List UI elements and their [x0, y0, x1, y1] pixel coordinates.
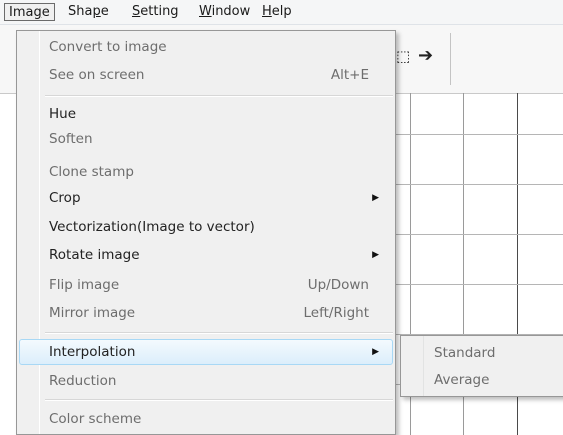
menu-window[interactable]: Window	[194, 3, 255, 21]
menu-separator	[45, 332, 393, 334]
menu-setting-label: Setting	[132, 4, 179, 19]
triangle-right-icon: ▶	[372, 193, 379, 203]
menu-item-label: Flip image	[49, 277, 120, 293]
menu-item-label: Color scheme	[49, 411, 142, 427]
menu-item-color-scheme[interactable]: Color scheme	[49, 408, 385, 430]
menu-gutter	[17, 31, 40, 434]
menu-item-soften[interactable]: Soften	[49, 128, 385, 150]
menu-item-reduction[interactable]: Reduction	[49, 370, 385, 392]
menu-item-label: See on screen	[49, 67, 145, 83]
interpolation-submenu: Standard Average	[400, 335, 563, 397]
menu-item-interpolation[interactable]: Interpolation ▶	[49, 341, 385, 363]
menu-item-convert-to-image[interactable]: Convert to image	[49, 36, 385, 58]
menu-image[interactable]: Image	[4, 3, 55, 21]
menu-window-label: Window	[199, 4, 251, 19]
menu-item-label: Mirror image	[49, 305, 136, 321]
menu-bar: Image Shape Setting Window Help	[0, 0, 563, 25]
menu-shape[interactable]: Shape	[63, 3, 114, 21]
triangle-right-icon: ▶	[372, 250, 379, 260]
shortcut-label: Alt+E	[330, 67, 369, 83]
menu-help-label: Help	[262, 4, 292, 19]
grid-line	[394, 234, 563, 235]
menu-item-label: Convert to image	[49, 39, 167, 55]
submenu-item-average[interactable]: Average	[434, 369, 489, 391]
menu-item-label: Rotate image	[49, 247, 140, 263]
select-tool-icon[interactable]: ⬚	[396, 47, 410, 65]
submenu-item-standard[interactable]: Standard	[434, 342, 495, 364]
image-menu: Convert to image See on screen Alt+E Hue…	[16, 30, 396, 435]
menu-item-label: Clone stamp	[49, 164, 134, 180]
menu-item-label: Interpolation	[49, 344, 136, 360]
menu-item-label: Average	[434, 372, 490, 388]
menu-help[interactable]: Help	[257, 3, 297, 21]
arrow-right-icon[interactable]: ➔	[418, 45, 433, 66]
menu-item-crop[interactable]: Crop ▶	[49, 187, 385, 209]
menu-gutter	[401, 336, 424, 396]
menu-image-label: Image	[9, 5, 50, 20]
menu-item-see-on-screen[interactable]: See on screen Alt+E	[49, 64, 385, 86]
menu-separator	[45, 399, 393, 401]
menu-separator	[45, 95, 393, 97]
grid-line	[394, 184, 563, 185]
menu-item-hue[interactable]: Hue	[49, 103, 385, 125]
menu-item-label: Crop	[49, 190, 81, 206]
triangle-right-icon: ▶	[372, 347, 379, 357]
toolbar-separator	[450, 33, 451, 85]
menu-item-vectorization[interactable]: Vectorization(Image to vector)	[49, 216, 385, 238]
menu-item-rotate-image[interactable]: Rotate image ▶	[49, 244, 385, 266]
shortcut-label: Left/Right	[303, 305, 370, 321]
menu-item-label: Hue	[49, 106, 77, 122]
menu-shape-label: Shape	[68, 4, 109, 19]
menu-item-clone-stamp[interactable]: Clone stamp	[49, 161, 385, 183]
menu-item-label: Soften	[49, 131, 93, 147]
grid-line	[394, 134, 563, 135]
menu-gutter-line	[39, 31, 40, 434]
menu-item-label: Standard	[434, 345, 496, 361]
menu-setting[interactable]: Setting	[127, 3, 184, 21]
grid-line	[394, 284, 563, 285]
menu-item-mirror-image[interactable]: Mirror image Left/Right	[49, 302, 385, 324]
menu-item-label: Reduction	[49, 373, 117, 389]
shortcut-label: Up/Down	[307, 277, 369, 293]
menu-item-label: Vectorization(Image to vector)	[49, 219, 255, 235]
menu-item-flip-image[interactable]: Flip image Up/Down	[49, 274, 385, 296]
